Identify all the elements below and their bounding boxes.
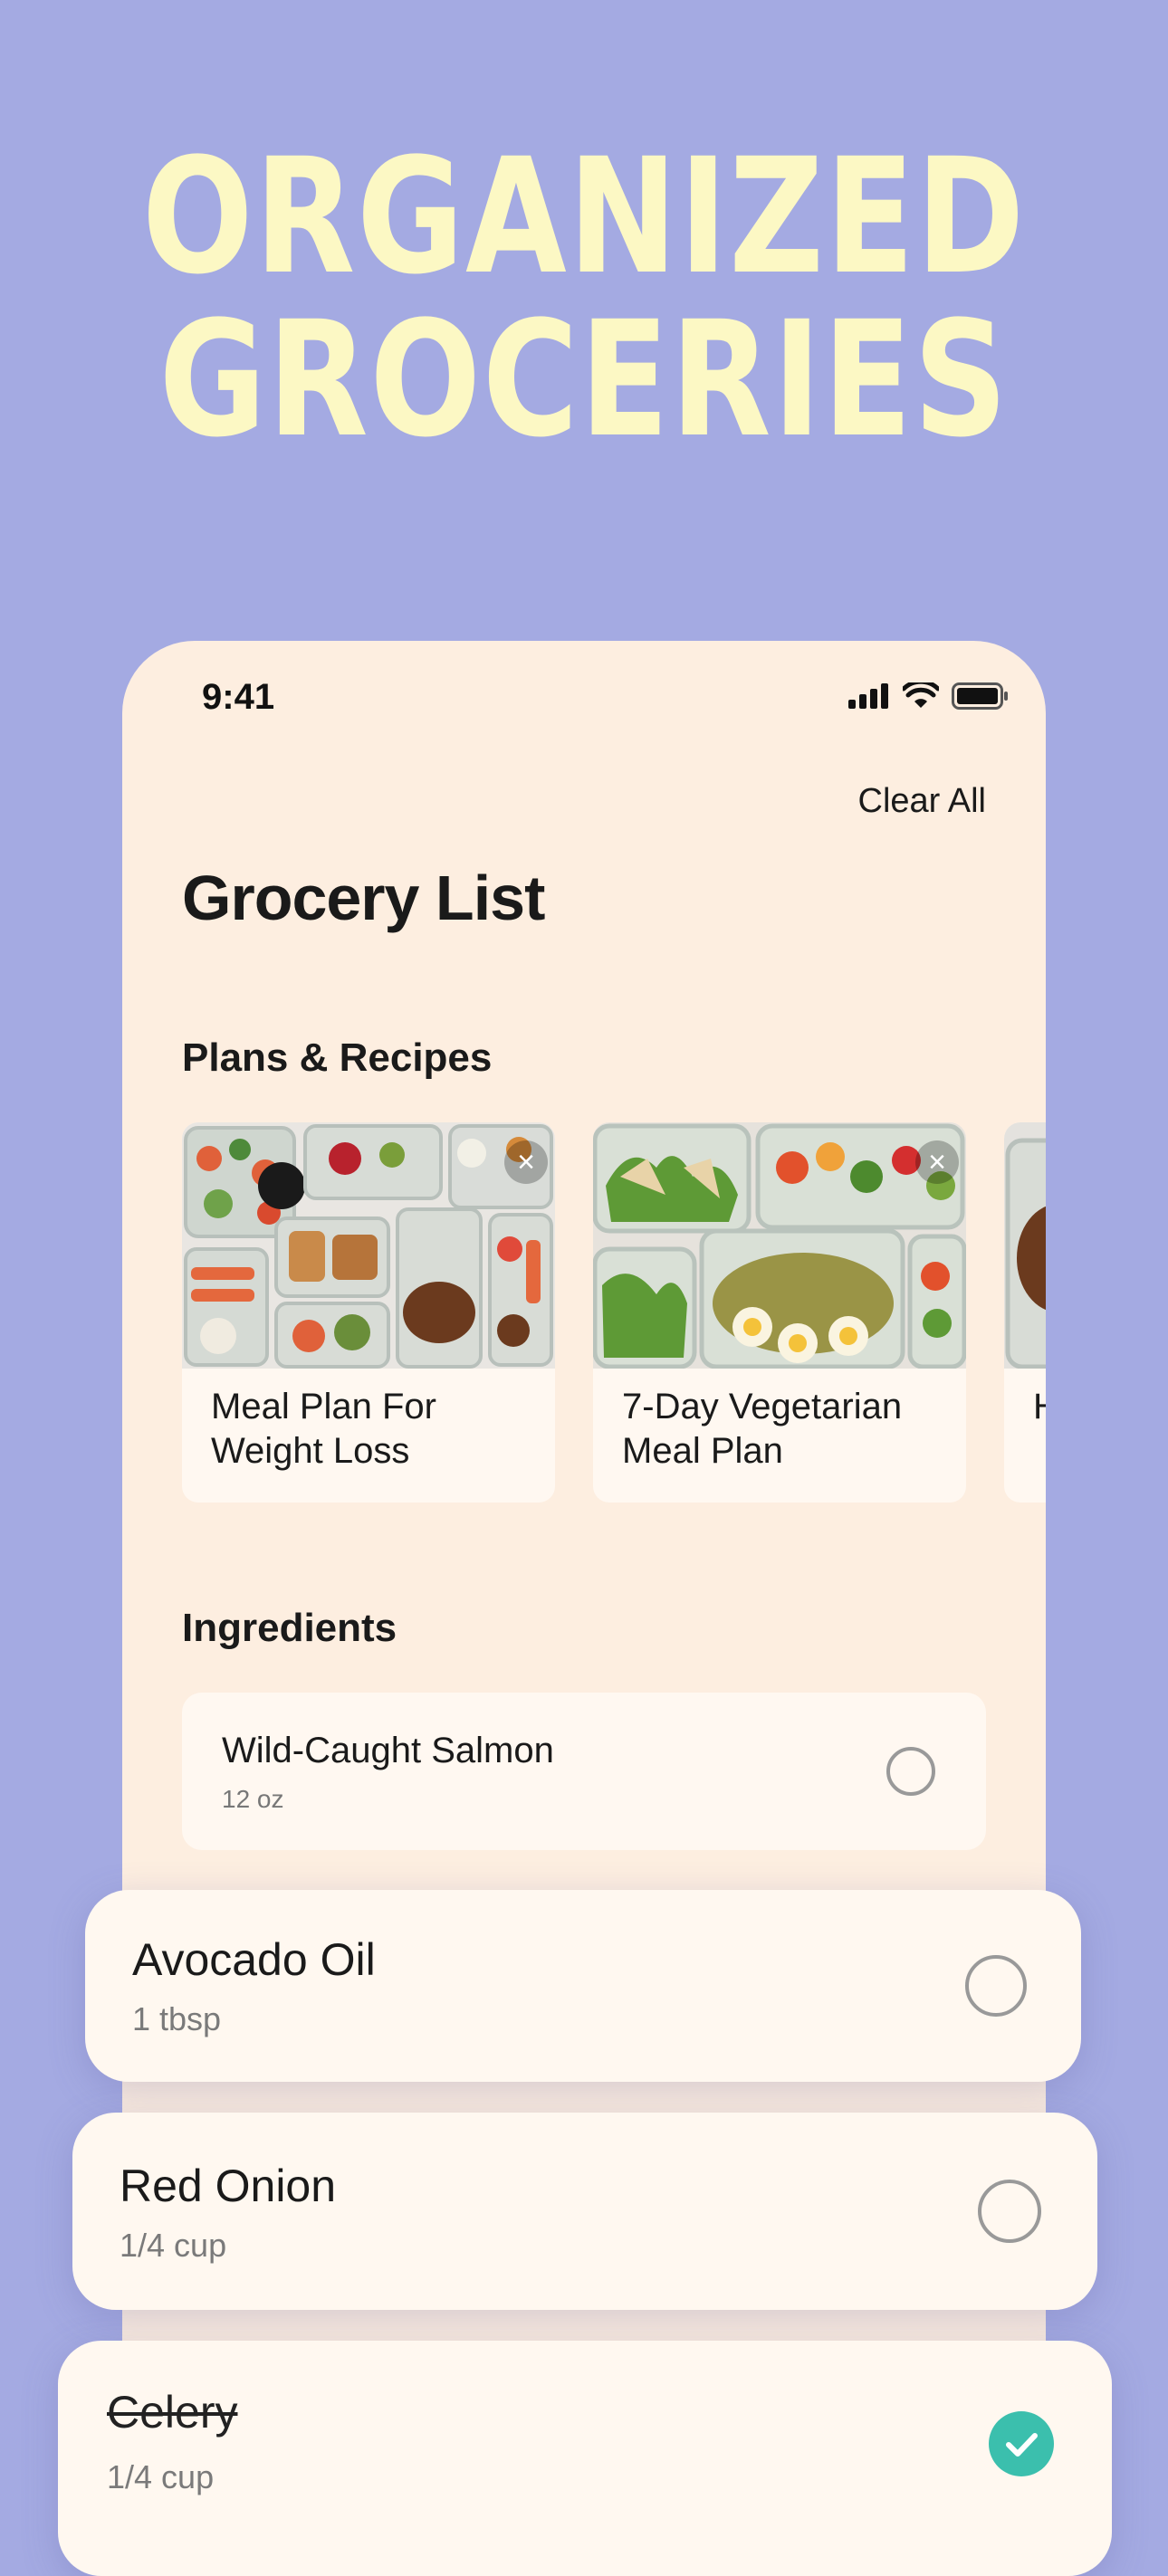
ingredient-item[interactable]: Avocado Oil 1 tbsp — [85, 1890, 1081, 2082]
hero-headline: ORGANIZED GROCERIES — [105, 136, 1063, 462]
battery-icon — [952, 682, 1008, 710]
section-title-ingredients: Ingredients — [182, 1606, 397, 1650]
plan-card-title: H — [1033, 1385, 1046, 1429]
ingredient-item[interactable]: Wild-Caught Salmon 12 oz — [182, 1693, 986, 1850]
plan-card-title: Meal Plan For Weight Loss — [211, 1387, 436, 1471]
plan-card[interactable]: × Meal Plan For Weight Loss — [182, 1122, 555, 1503]
ingredient-name: Wild-Caught Salmon — [222, 1731, 554, 1770]
meal-plan-photo — [593, 1122, 966, 1369]
status-time: 9:41 — [202, 677, 275, 717]
checkbox-circle-icon[interactable] — [886, 1747, 935, 1796]
ingredient-item-checked[interactable]: Celery 1/4 cup — [58, 2341, 1112, 2576]
status-icons — [848, 682, 1010, 710]
hero-line-2: GROCERIES — [158, 287, 1010, 472]
ingredient-name: Red Onion — [120, 2161, 337, 2211]
ingredient-name: Avocado Oil — [132, 1934, 376, 1985]
page-title: Grocery List — [182, 863, 545, 933]
meal-plan-photo — [1004, 1122, 1046, 1369]
plan-card-title: 7-Day Vegetarian Meal Plan — [622, 1387, 903, 1471]
plan-card[interactable]: × 7-Day Vegetarian Meal Plan — [593, 1122, 966, 1503]
section-title-plans: Plans & Recipes — [182, 1035, 493, 1080]
plans-carousel[interactable]: × Meal Plan For Weight Loss × 7-Day Vege… — [182, 1122, 1046, 1503]
meal-plan-photo — [182, 1122, 555, 1369]
checkmark-icon[interactable] — [989, 2411, 1054, 2476]
checkbox-circle-icon[interactable] — [965, 1955, 1027, 2017]
ingredient-item[interactable]: Red Onion 1/4 cup — [72, 2113, 1097, 2310]
wifi-icon — [903, 682, 939, 708]
close-icon[interactable]: × — [504, 1140, 548, 1184]
plan-card[interactable]: × H — [1004, 1122, 1046, 1503]
close-icon[interactable]: × — [915, 1140, 959, 1184]
clear-all-button[interactable]: Clear All — [858, 782, 987, 821]
ingredient-quantity: 1/4 cup — [107, 2458, 215, 2495]
ingredient-quantity: 12 oz — [222, 1785, 284, 1813]
hero-line-1: ORGANIZED — [141, 124, 1027, 310]
ingredient-quantity: 1/4 cup — [120, 2227, 227, 2264]
ingredient-name: Celery — [107, 2387, 238, 2438]
checkbox-circle-icon[interactable] — [978, 2180, 1041, 2243]
ingredient-quantity: 1 tbsp — [132, 2000, 222, 2037]
cellular-signal-icon — [848, 683, 888, 709]
